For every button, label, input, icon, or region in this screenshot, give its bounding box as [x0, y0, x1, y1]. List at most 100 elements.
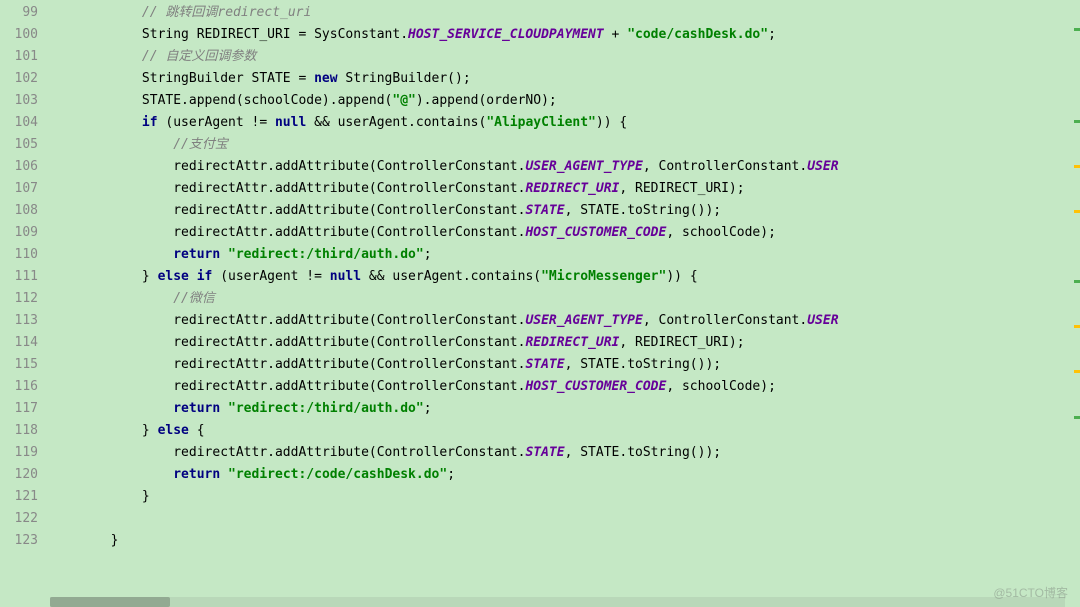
editor-marker[interactable] — [1074, 165, 1080, 168]
token-keyword: else if — [158, 269, 213, 284]
code-line[interactable]: // 跳转回调redirect_uri — [48, 2, 1080, 24]
token: redirectAttr.addAttribute(ControllerCons… — [173, 335, 525, 350]
editor-marker[interactable] — [1074, 210, 1080, 213]
token: } — [142, 423, 158, 438]
token-static-field: HOST_SERVICE_CLOUDPAYMENT — [408, 27, 604, 42]
token-keyword: else — [158, 423, 189, 438]
token-string: "redirect:/third/auth.do" — [228, 401, 424, 416]
code-line[interactable]: return "redirect:/third/auth.do"; — [48, 398, 1080, 420]
horizontal-scrollbar[interactable] — [50, 597, 1065, 607]
token: , STATE.toString()); — [565, 445, 722, 460]
token: STATE.append(schoolCode).append( — [142, 93, 392, 108]
code-line[interactable]: // 自定义回调参数 — [48, 46, 1080, 68]
token: ; — [424, 247, 432, 262]
line-number: 116 — [4, 376, 38, 398]
line-number: 101 — [4, 46, 38, 68]
token-static-field: USER_AGENT_TYPE — [525, 159, 642, 174]
line-number: 105 — [4, 134, 38, 156]
code-line[interactable]: redirectAttr.addAttribute(ControllerCons… — [48, 310, 1080, 332]
code-line[interactable]: //支付宝 — [48, 134, 1080, 156]
token-string: "AlipayClient" — [486, 115, 596, 130]
token: )) { — [596, 115, 627, 130]
token-comment: //支付宝 — [173, 137, 228, 152]
editor-marker[interactable] — [1074, 28, 1080, 31]
token: , ControllerConstant. — [643, 159, 807, 174]
token-string: "@" — [392, 93, 415, 108]
code-editor[interactable]: 9910010110210310410510610710810911011111… — [0, 0, 1080, 607]
token-comment: // 跳转回调redirect_uri — [142, 5, 311, 20]
editor-marker[interactable] — [1074, 370, 1080, 373]
line-number: 121 — [4, 486, 38, 508]
token: } — [111, 533, 119, 548]
code-line[interactable]: redirectAttr.addAttribute(ControllerCons… — [48, 222, 1080, 244]
scrollbar-thumb[interactable] — [50, 597, 170, 607]
code-line[interactable]: redirectAttr.addAttribute(ControllerCons… — [48, 376, 1080, 398]
token: redirectAttr.addAttribute(ControllerCons… — [173, 445, 525, 460]
editor-marker[interactable] — [1074, 120, 1080, 123]
editor-marker[interactable] — [1074, 280, 1080, 283]
token: ; — [768, 27, 776, 42]
token-comment: //微信 — [173, 291, 215, 306]
token-comment: // 自定义回调参数 — [142, 49, 256, 64]
code-area[interactable]: // 跳转回调redirect_uri String REDIRECT_URI … — [48, 0, 1080, 607]
code-line[interactable]: } else { — [48, 420, 1080, 442]
line-number: 106 — [4, 156, 38, 178]
code-line[interactable]: } else if (userAgent != null && userAgen… — [48, 266, 1080, 288]
code-line[interactable]: } — [48, 486, 1080, 508]
line-number-gutter: 9910010110210310410510610710810911011111… — [0, 0, 48, 607]
code-line[interactable]: redirectAttr.addAttribute(ControllerCons… — [48, 442, 1080, 464]
code-line[interactable]: //微信 — [48, 288, 1080, 310]
token-static-field: STATE — [525, 357, 564, 372]
code-line[interactable]: } — [48, 530, 1080, 552]
code-line[interactable]: redirectAttr.addAttribute(ControllerCons… — [48, 156, 1080, 178]
watermark: @51CTO博客 — [993, 584, 1068, 601]
token-keyword: new — [314, 71, 337, 86]
line-number: 120 — [4, 464, 38, 486]
token: } — [142, 489, 150, 504]
code-line[interactable] — [48, 508, 1080, 530]
line-number: 114 — [4, 332, 38, 354]
code-line[interactable]: StringBuilder STATE = new StringBuilder(… — [48, 68, 1080, 90]
editor-marker[interactable] — [1074, 416, 1080, 419]
token: } — [142, 269, 158, 284]
token: redirectAttr.addAttribute(ControllerCons… — [173, 181, 525, 196]
token: ).append(orderNO); — [416, 93, 557, 108]
editor-marker[interactable] — [1074, 325, 1080, 328]
token-static-field: REDIRECT_URI — [525, 181, 619, 196]
token: ; — [424, 401, 432, 416]
token-keyword: return — [173, 467, 228, 482]
token-keyword: null — [330, 269, 361, 284]
line-number: 122 — [4, 508, 38, 530]
token-string: "redirect:/code/cashDesk.do" — [228, 467, 447, 482]
token-static-field: USER_AGENT_TYPE — [525, 313, 642, 328]
token-string: "code/cashDesk.do" — [627, 27, 768, 42]
code-line[interactable]: redirectAttr.addAttribute(ControllerCons… — [48, 332, 1080, 354]
token: redirectAttr.addAttribute(ControllerCons… — [173, 379, 525, 394]
token: { — [189, 423, 205, 438]
code-line[interactable]: STATE.append(schoolCode).append("@").app… — [48, 90, 1080, 112]
code-line[interactable]: return "redirect:/code/cashDesk.do"; — [48, 464, 1080, 486]
token: (userAgent != — [212, 269, 329, 284]
code-line[interactable]: return "redirect:/third/auth.do"; — [48, 244, 1080, 266]
token: (userAgent != — [158, 115, 275, 130]
token-keyword: return — [173, 247, 228, 262]
code-line[interactable]: redirectAttr.addAttribute(ControllerCons… — [48, 354, 1080, 376]
line-number: 100 — [4, 24, 38, 46]
token: redirectAttr.addAttribute(ControllerCons… — [173, 225, 525, 240]
token-string: "MicroMessenger" — [541, 269, 666, 284]
token: redirectAttr.addAttribute(ControllerCons… — [173, 357, 525, 372]
token: StringBuilder(); — [338, 71, 471, 86]
line-number: 118 — [4, 420, 38, 442]
token: , schoolCode); — [666, 379, 776, 394]
code-line[interactable]: String REDIRECT_URI = SysConstant.HOST_S… — [48, 24, 1080, 46]
token: redirectAttr.addAttribute(ControllerCons… — [173, 203, 525, 218]
token: , STATE.toString()); — [565, 203, 722, 218]
line-number: 99 — [4, 2, 38, 24]
token-keyword: null — [275, 115, 306, 130]
code-line[interactable]: if (userAgent != null && userAgent.conta… — [48, 112, 1080, 134]
code-line[interactable]: redirectAttr.addAttribute(ControllerCons… — [48, 178, 1080, 200]
line-number: 107 — [4, 178, 38, 200]
token: , ControllerConstant. — [643, 313, 807, 328]
token: redirectAttr.addAttribute(ControllerCons… — [173, 313, 525, 328]
code-line[interactable]: redirectAttr.addAttribute(ControllerCons… — [48, 200, 1080, 222]
